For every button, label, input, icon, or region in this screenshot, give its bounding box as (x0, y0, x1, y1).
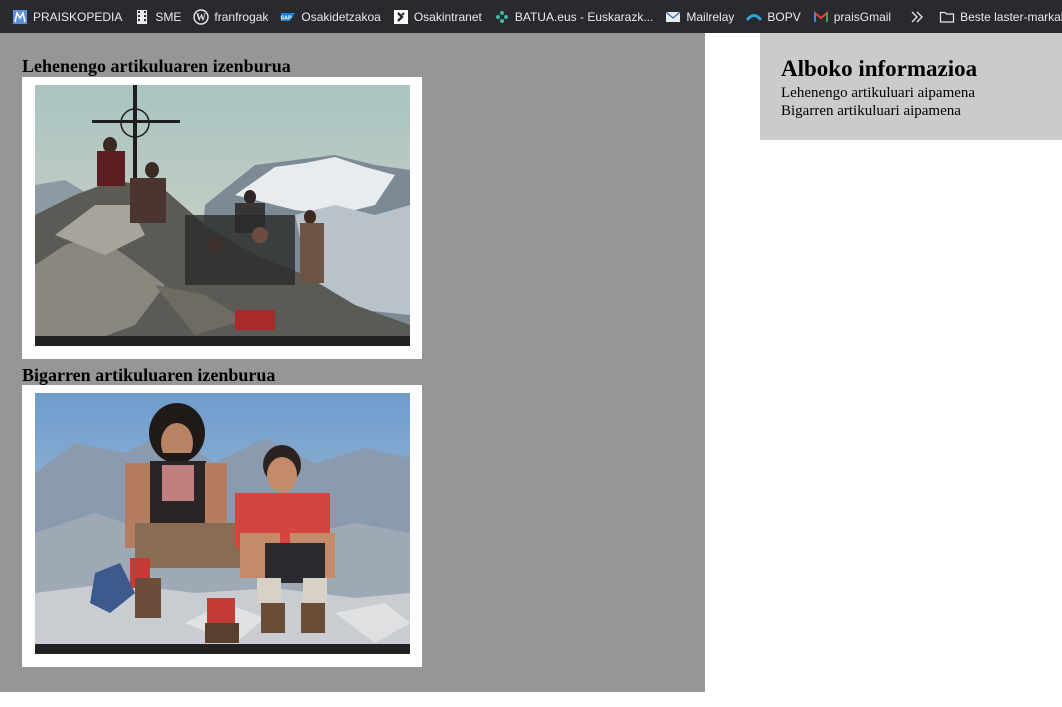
bookmark-folder-other[interactable]: Beste laster-markak (939, 5, 1062, 29)
osakintranet-icon (393, 9, 409, 25)
svg-text:SAP: SAP (281, 15, 293, 21)
bopv-icon (746, 9, 763, 25)
bookmark-osakintranet[interactable]: Osakintranet (393, 5, 482, 29)
bookmark-folder-label: Beste laster-markak (960, 9, 1062, 24)
article-2-title: Bigarren artikuluaren izenburua (22, 365, 276, 385)
aside-panel: Alboko informazioa Lehenengo artikuluari… (760, 33, 1062, 140)
bookmark-label: franfrogak (214, 9, 269, 24)
article-1-title: Lehenengo artikuluaren izenburua (22, 56, 291, 76)
praiskopedia-icon (12, 9, 28, 25)
sap-icon: SAP (280, 9, 296, 25)
bookmark-label: Mailrelay (686, 9, 735, 24)
svg-text:W: W (196, 12, 206, 23)
folder-icon (939, 9, 955, 25)
article-2-image-frame (22, 385, 422, 667)
aside-list-item: Lehenengo artikuluari aipamena (781, 85, 976, 101)
more-bookmarks-chevron-icon[interactable] (909, 9, 925, 25)
two-mountaineers-sitting-photo (35, 393, 410, 654)
bookmark-osakidetzakoa[interactable]: SAP Osakidetzakoa (280, 5, 381, 29)
article-1-image-frame (22, 77, 422, 359)
aside-title: Alboko informazioa (781, 56, 978, 81)
group-of-mountaineers-on-summit-photo (35, 85, 410, 346)
gmail-icon (813, 9, 829, 25)
bookmark-praisgmail[interactable]: praisGmail (813, 5, 891, 29)
bookmark-label: BATUA.eus - Euskarazk... (514, 9, 654, 24)
aside-list-item: Bigarren artikuluari aipamena (781, 103, 961, 119)
bookmark-bopv[interactable]: BOPV (746, 5, 801, 29)
bookmark-label: Osakintranet (413, 9, 482, 24)
film-icon (134, 9, 150, 25)
bookmark-sme[interactable]: SME (134, 5, 181, 29)
bookmark-label: BOPV (767, 9, 801, 24)
bookmark-label: Osakidetzakoa (301, 9, 381, 24)
wordpress-icon: W (193, 8, 210, 25)
bookmark-mailrelay[interactable]: Mailrelay (665, 5, 734, 29)
main-content: Lehenengo artikuluaren izenburua Bigarre… (0, 33, 705, 692)
bookmarks-bar: PRAISKOPEDIA SME W franfrogak SAP Osakid… (0, 0, 1062, 33)
aside-list: Lehenengo artikuluari aipamena Bigarren … (781, 84, 975, 120)
batua-icon (494, 9, 510, 25)
bookmark-franfrogak[interactable]: W franfrogak (193, 5, 268, 29)
bookmark-label: praisGmail (833, 9, 892, 24)
bookmark-praiskopedia[interactable]: PRAISKOPEDIA (12, 5, 122, 29)
bookmark-label: SME (155, 9, 182, 24)
mail-icon (665, 9, 681, 25)
bookmark-batua[interactable]: BATUA.eus - Euskarazk... (494, 5, 654, 29)
bookmark-label: PRAISKOPEDIA (33, 9, 123, 24)
